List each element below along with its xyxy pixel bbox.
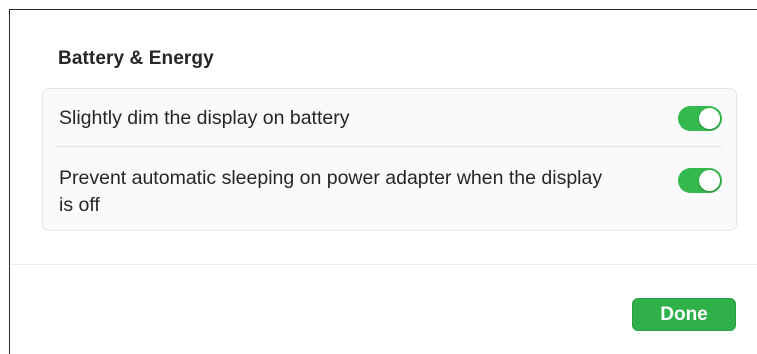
setting-row-prevent-sleep: Prevent automatic sleeping on power adap…	[43, 147, 736, 232]
section-title: Battery & Energy	[58, 48, 214, 69]
toggle-dim-display[interactable]	[678, 106, 722, 131]
toggle-knob	[699, 170, 720, 191]
settings-group: Slightly dim the display on battery Prev…	[42, 88, 737, 231]
toggle-knob	[699, 108, 720, 129]
done-button[interactable]: Done	[632, 298, 736, 331]
settings-sheet: Battery & Energy Slightly dim the displa…	[9, 9, 757, 354]
toggle-prevent-sleep[interactable]	[678, 168, 722, 193]
footer-divider	[10, 264, 757, 265]
setting-label-prevent-sleep: Prevent automatic sleeping on power adap…	[59, 167, 603, 216]
setting-label-dim-display: Slightly dim the display on battery	[59, 107, 350, 129]
setting-row-dim-display: Slightly dim the display on battery	[43, 89, 736, 147]
